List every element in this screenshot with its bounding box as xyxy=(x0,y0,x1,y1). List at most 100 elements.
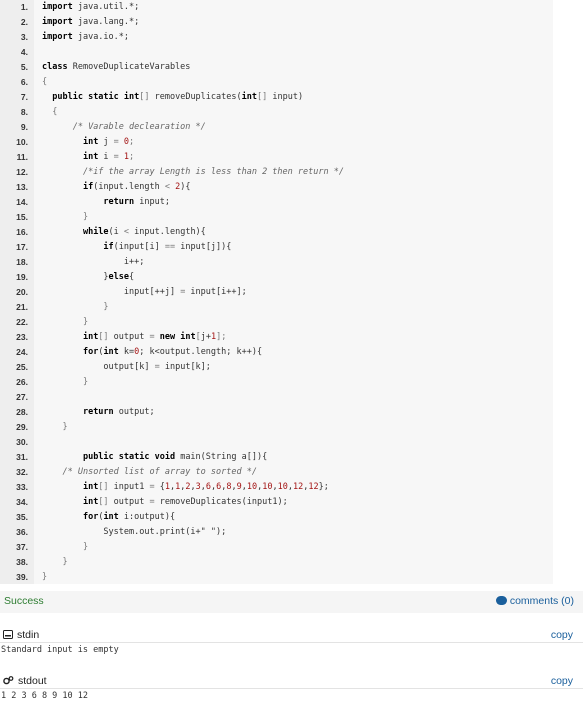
code-line: 26. } xyxy=(0,375,553,390)
line-number: 36. xyxy=(16,527,28,537)
code-token: 10 xyxy=(277,482,288,492)
code-line: 19. }else{ xyxy=(0,270,553,285)
code-text: return input; xyxy=(42,195,170,210)
code-line: 16. while(i < input.length){ xyxy=(0,225,553,240)
code-line: 32. /* Unsorted list of array to sorted … xyxy=(0,465,553,480)
line-number: 27. xyxy=(16,392,28,402)
code-token: input[k]; xyxy=(159,362,211,372)
code-token: int xyxy=(82,482,99,492)
code-text: } xyxy=(42,570,47,585)
code-text: { xyxy=(42,75,47,90)
code-text: input[++j] = input[i++]; xyxy=(42,285,247,300)
code-token: if xyxy=(82,182,94,192)
code-token: System.out.print(i+ xyxy=(103,527,201,537)
code-token: input[i++]; xyxy=(185,287,247,297)
line-number: 12. xyxy=(16,167,28,177)
code-text: }else{ xyxy=(42,270,134,285)
code-token: output xyxy=(108,497,150,507)
code-line: 24. for(int k=0; k<output.length; k++){ xyxy=(0,345,553,360)
code-token: i:output){ xyxy=(118,512,176,522)
line-number: 14. xyxy=(16,197,28,207)
code-line: 12. /*if the array Length is less than 2… xyxy=(0,165,553,180)
stdin-copy-button[interactable]: copy xyxy=(551,629,573,641)
stdin-header: stdin xyxy=(3,629,39,642)
line-number: 28. xyxy=(16,407,28,417)
code-token: int xyxy=(82,497,99,507)
code-token: 10 xyxy=(262,482,273,492)
code-token: [] xyxy=(98,332,109,342)
comments-link[interactable]: comments (0) xyxy=(495,595,574,607)
line-number: 7. xyxy=(20,92,28,102)
code-text: int[] output = removeDuplicates(input1); xyxy=(42,495,288,510)
code-line: 39.} xyxy=(0,570,553,585)
line-number: 35. xyxy=(16,512,28,522)
code-line: 27. xyxy=(0,390,553,405)
code-token: (i xyxy=(108,227,124,237)
code-line: 33. int[] input1 = {1,1,2,3,6,6,8,9,10,1… xyxy=(0,480,553,495)
code-line: 29. } xyxy=(0,420,553,435)
code-token: new int xyxy=(159,332,196,342)
line-number: 13. xyxy=(16,182,28,192)
code-text: } xyxy=(42,420,67,435)
code-token: output; xyxy=(113,407,155,417)
code-token: while xyxy=(82,227,109,237)
code-line: 28. return output; xyxy=(0,405,553,420)
code-line: 7. public static int[] removeDuplicates(… xyxy=(0,90,553,105)
code-token: ; xyxy=(129,137,135,147)
line-number: 33. xyxy=(16,482,28,492)
code-text: public static int[] removeDuplicates(int… xyxy=(42,90,303,105)
code-token: else xyxy=(108,272,130,282)
code-token: int xyxy=(241,92,257,102)
code-token: i++; xyxy=(123,257,145,267)
code-text: int[] output = new int[j+1]; xyxy=(42,330,226,345)
line-number: 37. xyxy=(16,542,28,552)
stdout-copy-button[interactable]: copy xyxy=(551,675,573,687)
line-number: 19. xyxy=(16,272,28,282)
code-token: { xyxy=(129,272,135,282)
code-text: class RemoveDuplicateVarables xyxy=(42,60,190,75)
code-line: 4. xyxy=(0,45,553,60)
code-token: int xyxy=(103,512,119,522)
code-token: /*if the array Length is less than 2 the… xyxy=(82,167,344,177)
code-token: class xyxy=(42,62,68,72)
line-number: 1. xyxy=(20,2,28,12)
code-token: removeDuplicates(input1); xyxy=(154,497,288,507)
line-number: 31. xyxy=(16,452,28,462)
code-token: == xyxy=(164,242,176,252)
line-number: 16. xyxy=(16,227,28,237)
line-number: 5. xyxy=(20,62,28,72)
code-line: 10. int j = 0; xyxy=(0,135,553,150)
code-line: 8. { xyxy=(0,105,553,120)
code-text: while(i < input.length){ xyxy=(42,225,206,240)
code-token: [] xyxy=(139,92,150,102)
code-token: } xyxy=(82,377,89,387)
code-token: } xyxy=(62,557,68,567)
line-number: 15. xyxy=(16,212,28,222)
code-line: 34. int[] output = removeDuplicates(inpu… xyxy=(0,495,553,510)
comment-icon xyxy=(495,596,507,605)
line-number: 6. xyxy=(20,77,28,87)
stdin-label: stdin xyxy=(17,629,40,641)
code-text: if(input[i] == input[j]){ xyxy=(42,240,231,255)
code-text: /* Varable declearation */ xyxy=(42,120,206,135)
code-text: return output; xyxy=(42,405,155,420)
code-token: int xyxy=(82,152,99,162)
code-token: }; xyxy=(318,482,329,492)
code-token: return xyxy=(82,407,114,417)
code-token: [] xyxy=(98,482,109,492)
code-token: import xyxy=(42,17,73,27)
code-token: output xyxy=(108,332,150,342)
code-text: int[] input1 = {1,1,2,3,6,6,8,9,10,10,10… xyxy=(42,480,329,495)
code-token: output[k] xyxy=(103,362,155,372)
